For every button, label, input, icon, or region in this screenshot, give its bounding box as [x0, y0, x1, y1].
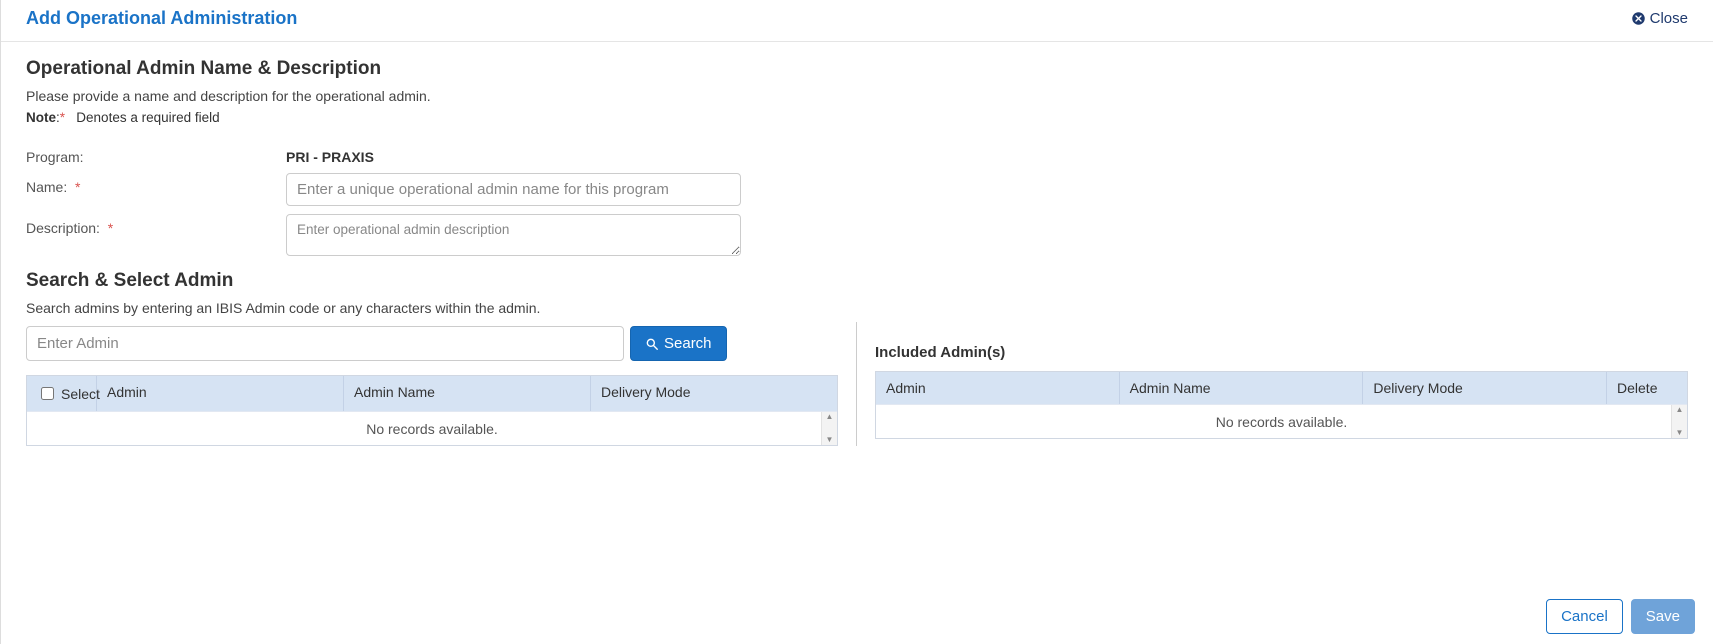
search-results-header: Select Admin Admin Name Delivery Mode	[27, 376, 837, 411]
admin-search-input[interactable]	[26, 326, 624, 361]
note-label: Note	[26, 110, 56, 125]
section-name-desc-text: Please provide a name and description fo…	[26, 88, 1688, 104]
modal-title: Add Operational Administration	[26, 8, 297, 29]
description-row: Description: *	[26, 214, 786, 256]
col-header-select: Select	[27, 376, 97, 411]
note-text: Denotes a required field	[76, 110, 219, 125]
program-value: PRI - PRAXIS	[286, 143, 374, 165]
search-icon	[645, 337, 659, 351]
included-body: No records available. ▲▼	[876, 404, 1687, 438]
close-circle-icon	[1631, 11, 1646, 26]
program-label: Program:	[26, 143, 286, 165]
search-column: Search Select Admin Admin Name Delivery …	[26, 322, 857, 446]
included-scrollbar[interactable]: ▲▼	[1671, 405, 1687, 438]
description-label: Description: *	[26, 214, 286, 236]
close-button[interactable]: Close	[1631, 10, 1688, 27]
two-column-layout: Search Select Admin Admin Name Delivery …	[26, 322, 1688, 446]
col-header-admin[interactable]: Admin	[97, 376, 344, 411]
search-results-scrollbar[interactable]: ▲▼	[821, 412, 837, 445]
section-name-desc-title: Operational Admin Name & Description	[26, 58, 1688, 80]
search-row: Search	[26, 322, 838, 361]
modal-header: Add Operational Administration Close	[1, 0, 1713, 42]
col-header-included-delete[interactable]: Delete	[1607, 372, 1687, 404]
included-grid: Admin Admin Name Delivery Mode Delete No…	[875, 371, 1688, 439]
search-results-body: No records available. ▲▼	[27, 411, 837, 445]
col-header-select-label: Select	[61, 386, 100, 402]
name-label-text: Name:	[26, 179, 67, 195]
required-note: Note:* Denotes a required field	[26, 110, 1688, 125]
save-button[interactable]: Save	[1631, 599, 1695, 634]
search-results-grid: Select Admin Admin Name Delivery Mode No…	[26, 375, 838, 446]
section-search-title: Search & Select Admin	[26, 270, 1688, 292]
cancel-button[interactable]: Cancel	[1546, 599, 1623, 634]
col-header-included-delivery-mode[interactable]: Delivery Mode	[1363, 372, 1607, 404]
modal-container: Add Operational Administration Close Ope…	[0, 0, 1713, 644]
included-empty: No records available.	[1216, 414, 1348, 430]
section-search-desc: Search admins by entering an IBIS Admin …	[26, 300, 1688, 316]
description-label-text: Description:	[26, 220, 100, 236]
modal-footer: Cancel Save	[1546, 599, 1695, 634]
description-input[interactable]	[286, 214, 741, 256]
included-title: Included Admin(s)	[875, 344, 1688, 361]
col-header-included-admin[interactable]: Admin	[876, 372, 1120, 404]
col-header-admin-name[interactable]: Admin Name	[344, 376, 591, 411]
name-label: Name: *	[26, 173, 286, 195]
included-column: Included Admin(s) Admin Admin Name Deliv…	[857, 322, 1688, 446]
search-button[interactable]: Search	[630, 326, 727, 361]
col-header-included-admin-name[interactable]: Admin Name	[1120, 372, 1364, 404]
col-header-delivery-mode[interactable]: Delivery Mode	[591, 376, 837, 411]
close-label: Close	[1650, 10, 1688, 27]
modal-body: Operational Admin Name & Description Ple…	[1, 42, 1713, 446]
search-results-empty: No records available.	[366, 421, 498, 437]
program-row: Program: PRI - PRAXIS	[26, 143, 786, 165]
select-all-checkbox[interactable]	[41, 387, 54, 400]
name-row: Name: *	[26, 173, 786, 206]
included-header: Admin Admin Name Delivery Mode Delete	[876, 372, 1687, 404]
search-button-label: Search	[664, 335, 712, 352]
name-input[interactable]	[286, 173, 741, 206]
